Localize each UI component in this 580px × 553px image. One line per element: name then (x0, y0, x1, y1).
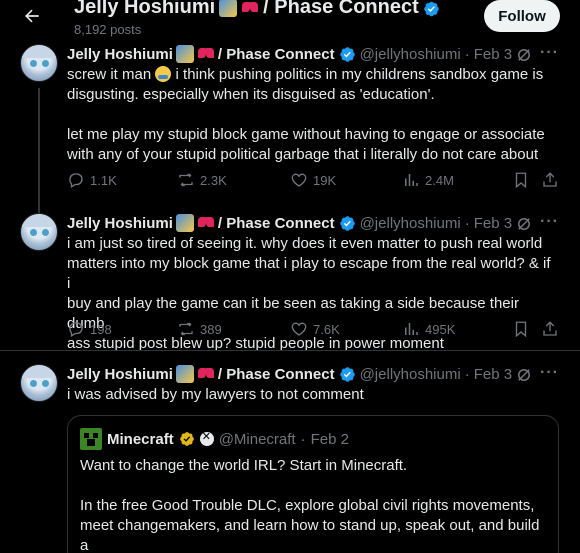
author-name[interactable]: Jelly Hoshiumi / Phase Connect (67, 45, 335, 63)
more-icon[interactable]: ··· (540, 44, 560, 64)
post-author-row: Jelly Hoshiumi / Phase Connect @jellyhos… (67, 44, 512, 64)
ribbon-emoji-icon (197, 365, 215, 383)
more-icon[interactable]: ··· (540, 213, 560, 233)
repost-count: 2.3K (200, 172, 227, 188)
post-text: i was advised by my lawyers to not comme… (67, 386, 364, 403)
views-icon (405, 323, 418, 335)
posts-count: 8,192 posts (74, 22, 142, 37)
repost-icon (179, 322, 193, 336)
profile-name-suffix: / Phase Connect (263, 0, 419, 18)
more-icon[interactable]: ··· (540, 364, 560, 384)
repost-button[interactable]: 389 (177, 320, 222, 338)
post-author-row: Jelly Hoshiumi / Phase Connect @jellyhos… (67, 364, 512, 384)
verified-badge-icon (339, 46, 356, 63)
separator-dot: · (464, 45, 470, 63)
views-button[interactable]: 495K (402, 320, 455, 338)
repost-button[interactable]: 2.3K (177, 171, 227, 189)
reply-icon (69, 173, 83, 188)
grok-icon[interactable] (515, 215, 533, 233)
author-handle[interactable]: @jellyhoshiumi (360, 46, 461, 63)
views-button[interactable]: 2.4M (402, 171, 454, 189)
star-emoji-icon (175, 214, 194, 232)
bookmark-button[interactable] (512, 320, 530, 338)
grok-icon[interactable] (515, 366, 533, 384)
star-emoji-icon (175, 45, 194, 63)
star-emoji-icon (175, 365, 194, 383)
avatar[interactable] (20, 213, 58, 251)
repost-count: 389 (200, 321, 222, 337)
quoted-post-text: Want to change the world IRL? Start in M… (80, 457, 540, 553)
quoted-post[interactable]: Minecraft @Minecraft · Feb 2 Want to cha… (67, 415, 559, 553)
separator-dot: · (464, 214, 470, 232)
like-icon (291, 173, 307, 187)
reply-icon (69, 322, 83, 337)
post-author-row: Jelly Hoshiumi / Phase Connect @jellyhos… (67, 213, 512, 233)
post-text: screw it man i think pushing politics in… (67, 66, 545, 163)
avatar[interactable] (20, 44, 58, 82)
crying-emoji-icon (155, 66, 172, 82)
author-handle[interactable]: @jellyhoshiumi (360, 366, 461, 383)
share-button[interactable] (541, 171, 559, 189)
profile-name: Jelly Hoshiumi (74, 0, 216, 18)
xbox-icon (199, 430, 214, 446)
post-actions: 1.1K 2.3K 19K 2.4M (67, 171, 562, 191)
quoted-author-handle: @Minecraft (218, 430, 296, 448)
views-icon (405, 174, 418, 186)
bookmark-button[interactable] (512, 171, 530, 189)
quoted-author-name: Minecraft (107, 430, 174, 448)
share-icon (543, 172, 557, 187)
ribbon-emoji-icon (241, 0, 259, 17)
share-button[interactable] (541, 320, 559, 338)
separator-dot: · (464, 365, 470, 383)
reply-button[interactable]: 1.1K (67, 171, 117, 189)
verified-badge-icon (339, 215, 356, 232)
post-date[interactable]: Feb 3 (474, 46, 512, 63)
post-actions: 198 389 7.6K 495K (67, 320, 562, 340)
views-count: 2.4M (425, 172, 454, 188)
like-button[interactable]: 19K (290, 171, 336, 189)
grok-icon[interactable] (515, 46, 533, 64)
quoted-post-date: Feb 2 (310, 430, 349, 448)
star-emoji-icon (219, 0, 238, 17)
post-date[interactable]: Feb 3 (474, 366, 512, 383)
profile-header: Jelly Hoshiumi / Phase Connect 8,192 pos… (0, 0, 580, 40)
post[interactable]: Jelly Hoshiumi / Phase Connect @jellyhos… (0, 213, 580, 352)
profile-title: Jelly Hoshiumi / Phase Connect (74, 0, 440, 19)
back-arrow-icon (25, 9, 39, 23)
minecraft-logo (80, 428, 102, 450)
post-divider (0, 350, 580, 351)
separator-dot: · (300, 430, 306, 448)
quoted-author-row: Minecraft @Minecraft · Feb 2 (80, 428, 349, 450)
back-button[interactable] (20, 4, 44, 28)
ribbon-emoji-icon (197, 45, 215, 63)
verified-badge-icon (339, 366, 356, 383)
follow-button[interactable]: Follow (484, 0, 560, 32)
post[interactable]: Jelly Hoshiumi / Phase Connect @jellyhos… (0, 44, 580, 244)
reply-count: 198 (90, 321, 112, 337)
post-date[interactable]: Feb 3 (474, 215, 512, 232)
like-button[interactable]: 7.6K (290, 320, 340, 338)
ribbon-emoji-icon (197, 214, 215, 232)
reply-button[interactable]: 198 (67, 320, 112, 338)
verified-badge-icon (179, 432, 194, 446)
bookmark-icon (515, 172, 527, 189)
like-count: 7.6K (313, 321, 340, 337)
author-handle[interactable]: @jellyhoshiumi (360, 215, 461, 232)
author-name[interactable]: Jelly Hoshiumi / Phase Connect (67, 365, 335, 383)
like-icon (291, 322, 307, 336)
bookmark-icon (515, 321, 527, 338)
like-count: 19K (313, 172, 337, 188)
views-count: 495K (425, 321, 456, 337)
avatar[interactable] (20, 364, 58, 402)
repost-icon (179, 173, 193, 187)
share-icon (543, 321, 557, 336)
reply-count: 1.1K (90, 172, 117, 188)
author-name[interactable]: Jelly Hoshiumi / Phase Connect (67, 214, 335, 232)
verified-badge-icon (423, 0, 440, 17)
